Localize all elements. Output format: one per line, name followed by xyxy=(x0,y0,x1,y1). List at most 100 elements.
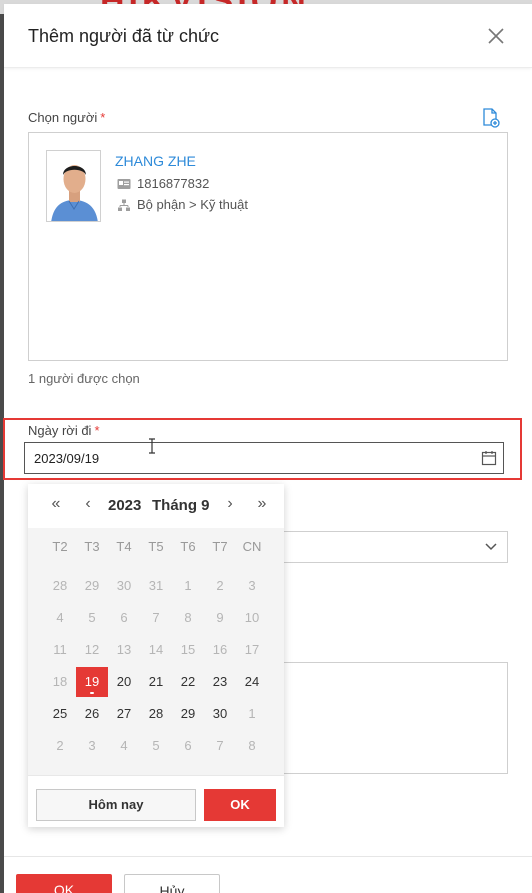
weekday-label: T3 xyxy=(84,539,100,554)
calendar-day[interactable]: 3 xyxy=(236,571,268,601)
calendar-day[interactable]: 31 xyxy=(140,571,172,601)
prev-month-button[interactable]: ‹ xyxy=(78,495,98,513)
calendar-day[interactable]: 11 xyxy=(44,635,76,665)
calendar-day[interactable]: 9 xyxy=(204,603,236,633)
dialog-cancel-button[interactable]: Hủy xyxy=(124,874,220,893)
today-button[interactable]: Hôm nay xyxy=(36,789,196,821)
calendar-day-number: 9 xyxy=(216,610,224,625)
partially-hidden-textarea[interactable] xyxy=(282,662,508,774)
calendar-day-number: 30 xyxy=(212,706,228,721)
calendar-day[interactable]: 20 xyxy=(108,667,140,697)
calendar-day[interactable]: 15 xyxy=(172,635,204,665)
calendar-day[interactable]: 4 xyxy=(44,603,76,633)
calendar-day[interactable]: 12 xyxy=(76,635,108,665)
calendar-day[interactable]: 22 xyxy=(172,667,204,697)
dialog-header: Thêm người đã từ chức xyxy=(4,4,532,68)
calendar-day-number: 14 xyxy=(148,642,164,657)
calendar-day-number: 28 xyxy=(52,578,68,593)
calendar-day[interactable]: 7 xyxy=(204,731,236,761)
calendar-day-number: 24 xyxy=(244,674,260,689)
select-person-label: Chọn người * xyxy=(28,110,105,125)
calendar-day-number: 30 xyxy=(116,578,132,593)
calendar-day[interactable]: 29 xyxy=(76,571,108,601)
calendar-day-number: 15 xyxy=(180,642,196,657)
calendar-day[interactable]: 2 xyxy=(204,571,236,601)
calendar-day-number: 2 xyxy=(56,738,64,753)
calendar-day[interactable]: 16 xyxy=(204,635,236,665)
calendar-day[interactable]: 18 xyxy=(44,667,76,697)
calendar-day-number: 20 xyxy=(116,674,132,689)
calendar-day-number: 12 xyxy=(84,642,100,657)
calendar-day[interactable]: 29 xyxy=(172,699,204,729)
calendar-day[interactable]: 8 xyxy=(172,603,204,633)
calendar-day-number: 26 xyxy=(84,706,100,721)
calendar-day[interactable]: 5 xyxy=(140,731,172,761)
calendar-day[interactable]: 6 xyxy=(108,603,140,633)
calendar-day[interactable]: 28 xyxy=(140,699,172,729)
today-marker xyxy=(90,692,94,694)
calendar-day[interactable]: 13 xyxy=(108,635,140,665)
weekday-label: T2 xyxy=(52,539,68,554)
calendar-day-number: 6 xyxy=(184,738,192,753)
calendar-day[interactable]: 30 xyxy=(108,571,140,601)
close-icon[interactable] xyxy=(484,24,508,48)
calendar-day[interactable]: 1 xyxy=(172,571,204,601)
partially-hidden-select[interactable] xyxy=(282,531,508,563)
dialog-ok-button[interactable]: OK xyxy=(16,874,112,893)
selected-count: 1 người được chọn xyxy=(28,371,140,386)
calendar-day[interactable]: 4 xyxy=(108,731,140,761)
next-month-button[interactable]: › xyxy=(220,495,240,513)
weekday-label: T5 xyxy=(148,539,164,554)
calendar-day-number: 23 xyxy=(212,674,228,689)
person-id: 1816877832 xyxy=(137,176,210,191)
calendar-day[interactable]: 30 xyxy=(204,699,236,729)
prev-year-button[interactable]: « xyxy=(46,495,66,513)
calendar-ok-button[interactable]: OK xyxy=(204,789,276,821)
calendar-day-number: 13 xyxy=(116,642,132,657)
leave-date-input[interactable]: 2023/09/19 xyxy=(24,442,504,474)
calendar-day[interactable]: 7 xyxy=(140,603,172,633)
calendar-day[interactable]: 10 xyxy=(236,603,268,633)
add-person-file-icon[interactable] xyxy=(482,108,500,128)
person-id-row: 1816877832 xyxy=(117,176,317,192)
calendar-year[interactable]: 2023 xyxy=(108,497,141,514)
dialog-title: Thêm người đã từ chức xyxy=(28,26,220,46)
calendar-day-number: 1 xyxy=(184,578,192,593)
calendar-day-number: 28 xyxy=(148,706,164,721)
calendar-day-selected[interactable]: 19 xyxy=(76,667,108,697)
calendar-day[interactable]: 23 xyxy=(204,667,236,697)
calendar-day[interactable]: 14 xyxy=(140,635,172,665)
calendar-day[interactable]: 1 xyxy=(236,699,268,729)
calendar-day[interactable]: 26 xyxy=(76,699,108,729)
calendar-day-number: 21 xyxy=(148,674,164,689)
calendar-day[interactable]: 24 xyxy=(236,667,268,697)
calendar-day-number: 29 xyxy=(180,706,196,721)
calendar-day-number: 25 xyxy=(52,706,68,721)
select-person-label-text: Chọn người xyxy=(28,110,98,125)
calendar-month[interactable]: Tháng 9 xyxy=(152,497,210,514)
calendar-day[interactable]: 3 xyxy=(76,731,108,761)
required-mark: * xyxy=(100,110,106,125)
person-avatar xyxy=(46,150,101,222)
weekday-label: CN xyxy=(242,539,262,554)
calendar-day-number: 4 xyxy=(120,738,128,753)
text-cursor-icon xyxy=(148,438,156,454)
calendar-day[interactable]: 2 xyxy=(44,731,76,761)
calendar-icon[interactable] xyxy=(481,450,497,466)
next-year-button[interactable]: » xyxy=(252,495,272,513)
person-name-link[interactable]: ZHANG ZHE xyxy=(115,153,196,169)
calendar-day[interactable]: 5 xyxy=(76,603,108,633)
calendar-day[interactable]: 25 xyxy=(44,699,76,729)
calendar-day-number: 10 xyxy=(244,610,260,625)
calendar-day-number: 7 xyxy=(216,738,224,753)
calendar-day[interactable]: 21 xyxy=(140,667,172,697)
calendar-day[interactable]: 27 xyxy=(108,699,140,729)
date-picker-popup: « ‹ 2023 Tháng 9 › » T2 T3 T4 T5 T6 T7 CN 28 29… xyxy=(28,484,284,827)
calendar-day[interactable]: 17 xyxy=(236,635,268,665)
calendar-footer: Hôm nay OK xyxy=(28,775,284,827)
calendar-day-number: 1 xyxy=(248,706,256,721)
id-card-icon xyxy=(117,179,131,189)
calendar-day[interactable]: 6 xyxy=(172,731,204,761)
calendar-day[interactable]: 28 xyxy=(44,571,76,601)
calendar-day[interactable]: 8 xyxy=(236,731,268,761)
